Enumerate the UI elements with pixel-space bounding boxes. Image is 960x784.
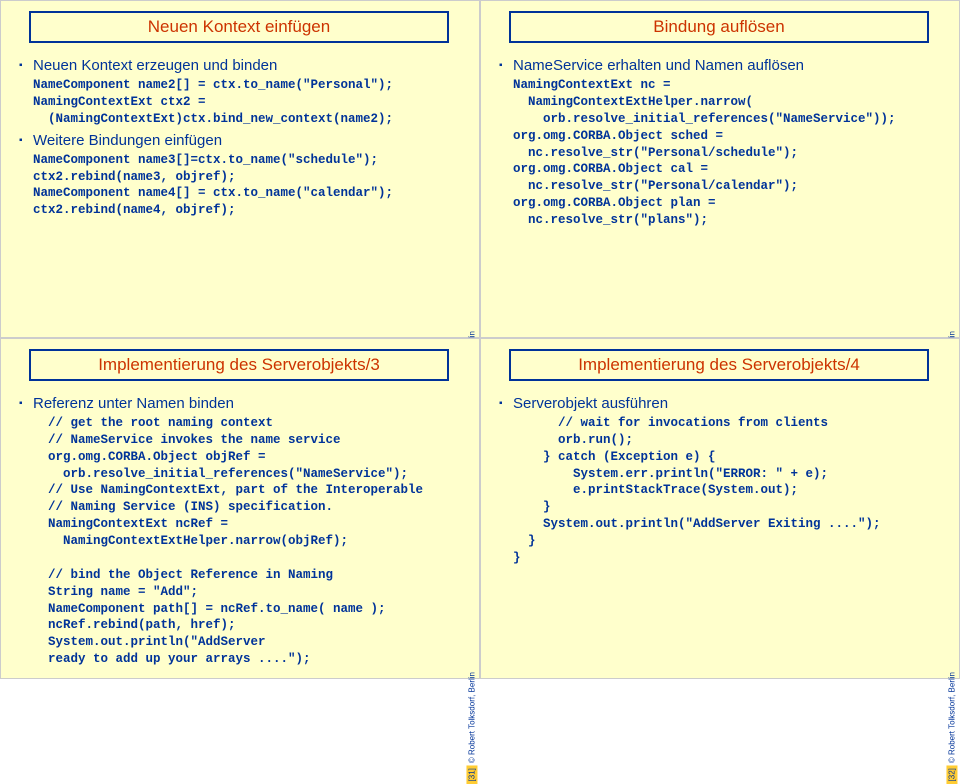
- credit: © Robert Tolksdorf, Berlin: [467, 672, 476, 763]
- bullet: NameService erhalten und Namen auflösen: [499, 57, 949, 74]
- code-block: NameComponent name2[] = ctx.to_name("Per…: [33, 77, 469, 128]
- code-block: // wait for invocations from clients orb…: [513, 415, 949, 567]
- code-block: // get the root naming context // NameSe…: [33, 415, 469, 668]
- code-block: NamingContextExt nc = NamingContextExtHe…: [513, 77, 949, 229]
- bullet: Referenz unter Namen binden: [19, 395, 469, 412]
- slide-31: Implementierung des Serverobjekts/3 Refe…: [0, 338, 480, 679]
- page-number: [32] © Robert Tolksdorf, Berlin: [947, 672, 956, 784]
- code-block: NameComponent name3[]=ctx.to_name("sched…: [33, 152, 469, 220]
- page-num-label: [32]: [946, 765, 957, 784]
- page-num-label: [31]: [466, 765, 477, 784]
- bullet: Weitere Bindungen einfügen: [19, 132, 469, 149]
- bullet: Neuen Kontext erzeugen und binden: [19, 57, 469, 74]
- page-number: [31] © Robert Tolksdorf, Berlin: [467, 672, 476, 784]
- credit: © Robert Tolksdorf, Berlin: [947, 672, 956, 763]
- slide-30: Bindung auflösen NameService erhalten un…: [480, 0, 960, 338]
- slide-32: Implementierung des Serverobjekts/4 Serv…: [480, 338, 960, 679]
- slide-title: Bindung auflösen: [509, 11, 929, 43]
- bullet: Serverobjekt ausführen: [499, 395, 949, 412]
- slide-29: Neuen Kontext einfügen Neuen Kontext erz…: [0, 0, 480, 338]
- slide-title: Implementierung des Serverobjekts/3: [29, 349, 449, 381]
- slide-title: Implementierung des Serverobjekts/4: [509, 349, 929, 381]
- slide-title: Neuen Kontext einfügen: [29, 11, 449, 43]
